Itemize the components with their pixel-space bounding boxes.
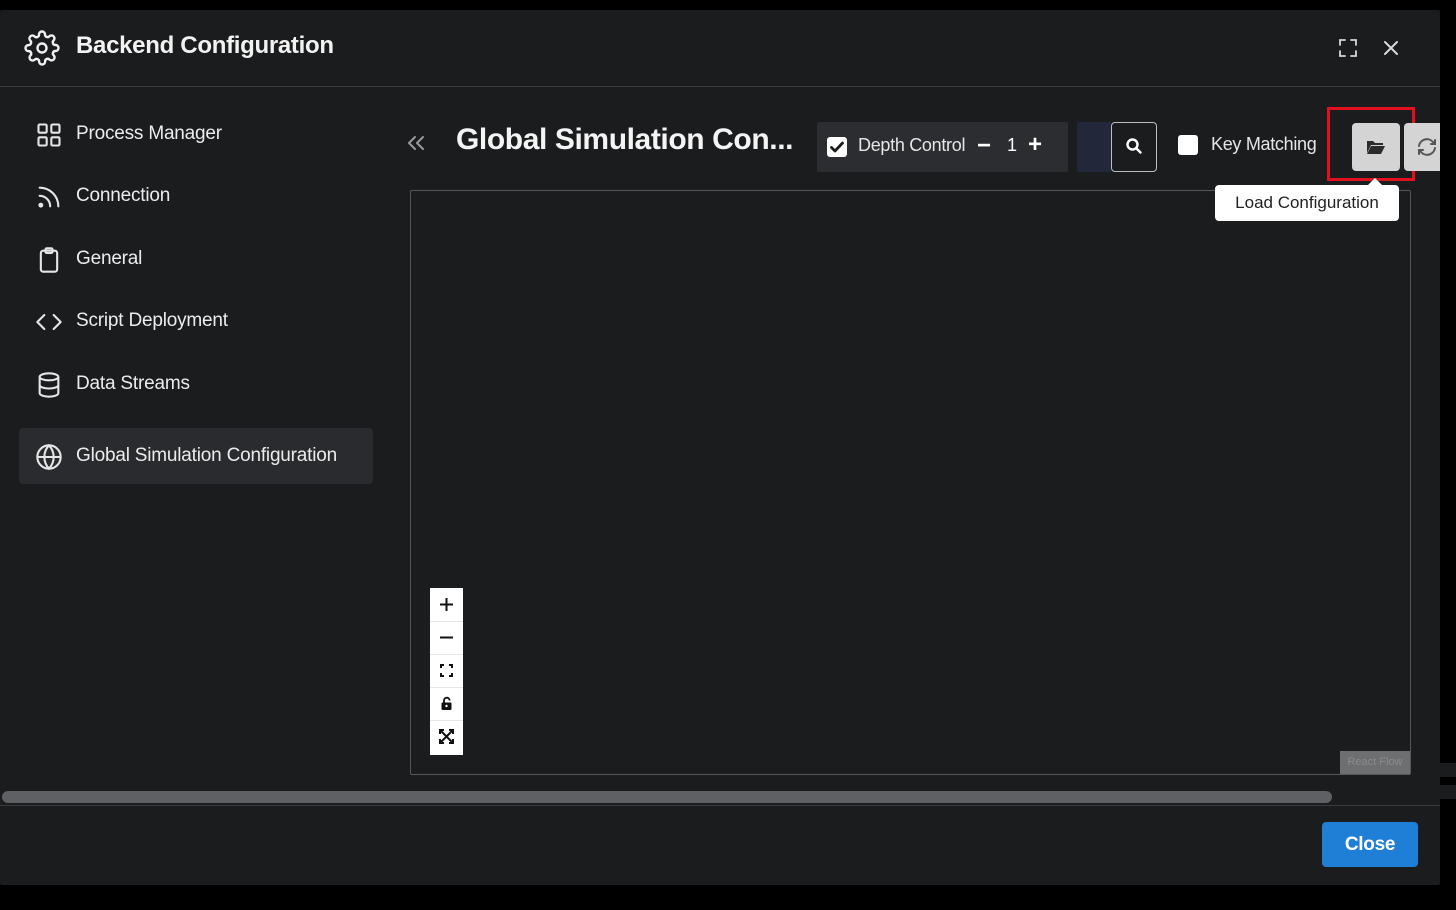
modal-header: Backend Configuration — [0, 10, 1440, 87]
highlight-box — [1327, 107, 1415, 181]
check-icon — [830, 141, 844, 153]
sidebar-item-script-deployment[interactable]: Script Deployment — [19, 293, 373, 349]
clipboard-icon — [39, 247, 59, 273]
scrollbar-thumb[interactable] — [2, 791, 1332, 803]
modal-title: Backend Configuration — [76, 32, 334, 59]
search-button[interactable] — [1111, 122, 1157, 172]
sidebar-item-label: Connection — [76, 185, 171, 206]
load-configuration-tooltip: Load Configuration — [1215, 178, 1399, 221]
depth-control: Depth Control − 1 + — [817, 122, 1068, 172]
globe-icon — [36, 443, 62, 471]
sidebar-item-connection[interactable]: Connection — [19, 168, 373, 224]
refresh-button[interactable] — [1404, 123, 1440, 171]
sidebar-item-global-simulation-configuration[interactable]: Global Simulation Configuration — [19, 428, 373, 484]
depth-control-label: Depth Control — [858, 135, 966, 155]
close-x-button[interactable] — [1379, 36, 1403, 60]
collapse-sidebar-button[interactable] — [402, 128, 430, 158]
footer-divider — [0, 805, 1440, 806]
search-input[interactable] — [1077, 122, 1111, 172]
key-matching-checkbox[interactable] — [1178, 135, 1198, 155]
close-icon — [1384, 41, 1398, 55]
gear-icon — [24, 30, 60, 66]
expand-arrows-icon — [439, 729, 454, 744]
sidebar-item-label: Process Manager — [76, 123, 222, 144]
flow-canvas[interactable] — [410, 190, 1411, 775]
depth-increment-button[interactable]: + — [1028, 131, 1042, 159]
sidebar-item-data-streams[interactable]: Data Streams — [19, 356, 373, 412]
backend-configuration-modal: Backend Configuration Process Manager Co… — [0, 10, 1440, 885]
database-icon — [38, 372, 60, 398]
fit-view-button[interactable] — [430, 654, 463, 688]
fullscreen-button[interactable] — [430, 720, 463, 753]
depth-control-checkbox[interactable] — [827, 137, 847, 157]
refresh-icon — [1418, 138, 1436, 156]
plus-icon — [440, 598, 453, 611]
unlock-icon — [441, 696, 452, 710]
sidebar-item-label: Data Streams — [76, 373, 190, 394]
react-flow-attribution[interactable]: React Flow — [1340, 751, 1410, 774]
horizontal-scrollbar[interactable] — [0, 791, 1440, 805]
minus-icon — [440, 636, 453, 639]
page-edge — [1440, 785, 1456, 799]
search-icon — [1126, 138, 1142, 154]
page-edge — [1440, 763, 1456, 777]
flow-controls — [430, 588, 463, 755]
depth-value: 1 — [1007, 135, 1018, 155]
grid-icon — [37, 123, 61, 147]
fit-view-icon — [440, 664, 453, 677]
page-title: Global Simulation Con... — [456, 123, 794, 156]
rss-icon — [38, 186, 60, 208]
zoom-out-button[interactable] — [430, 621, 463, 655]
chevrons-left-icon — [408, 136, 424, 150]
toggle-interactivity-button[interactable] — [430, 687, 463, 721]
sidebar-item-process-manager[interactable]: Process Manager — [19, 106, 373, 162]
zoom-in-button[interactable] — [430, 588, 463, 622]
close-button[interactable]: Close — [1322, 822, 1418, 867]
sidebar-item-label: Script Deployment — [76, 310, 228, 331]
maximize-icon — [1339, 39, 1357, 57]
key-matching-label: Key Matching — [1211, 134, 1317, 154]
sidebar-item-general[interactable]: General — [19, 231, 373, 287]
sidebar-item-label: Global Simulation Configuration — [76, 445, 338, 466]
maximize-button[interactable] — [1336, 36, 1360, 60]
depth-decrement-button[interactable]: − — [977, 132, 991, 160]
sidebar-item-label: General — [76, 248, 143, 269]
code-icon — [36, 313, 62, 331]
